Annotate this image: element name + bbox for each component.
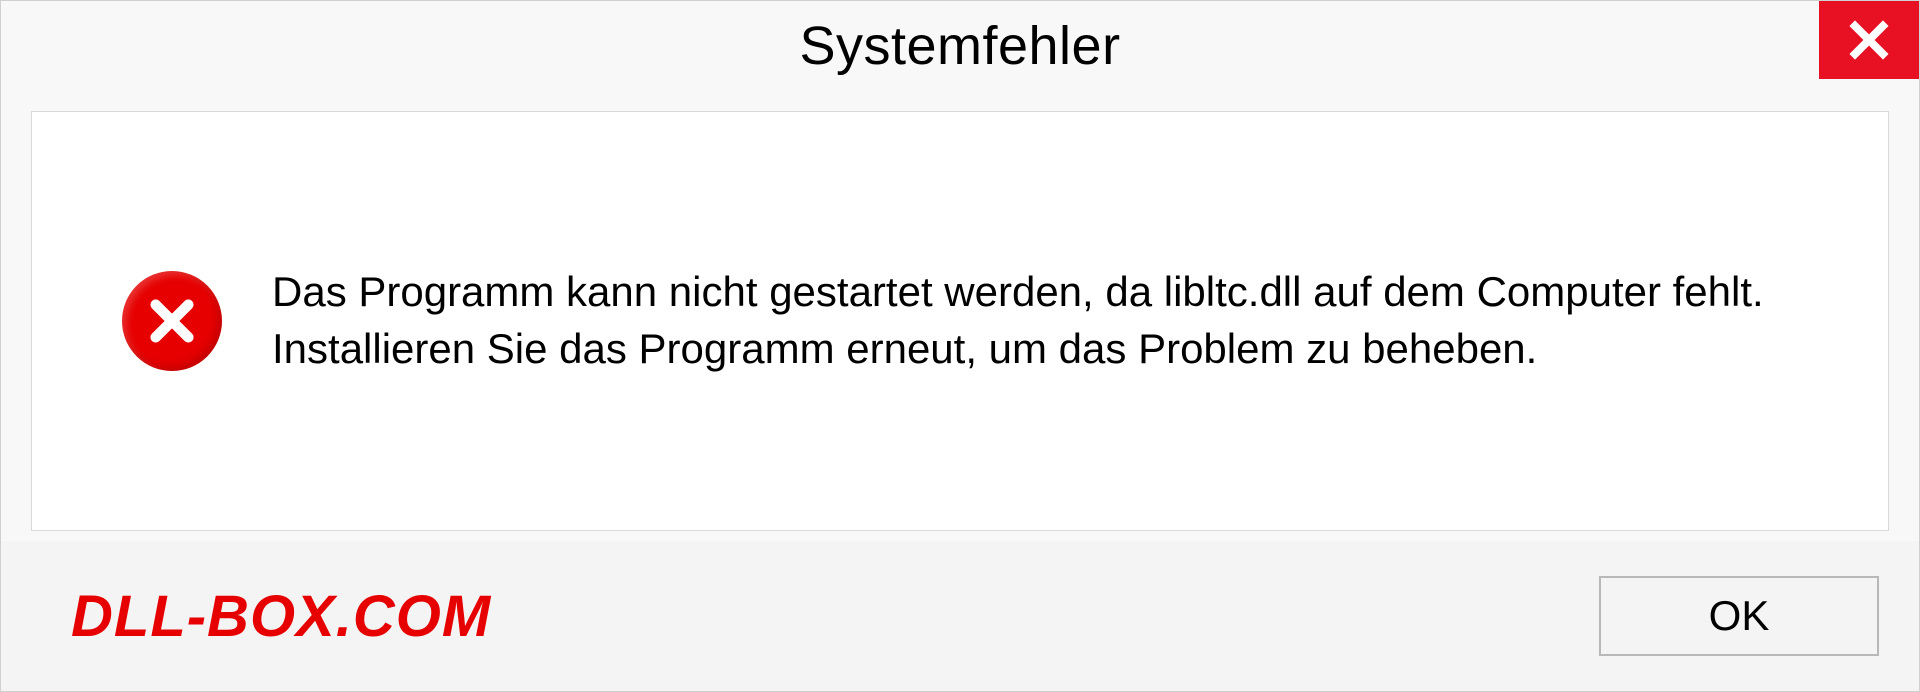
error-icon	[122, 271, 222, 371]
dialog-footer: DLL-BOX.COM OK	[1, 541, 1919, 691]
error-dialog: Systemfehler Das Programm kann nicht ges…	[0, 0, 1920, 692]
error-message: Das Programm kann nicht gestartet werden…	[272, 264, 1828, 377]
error-icon-wrap	[122, 271, 222, 371]
ok-button[interactable]: OK	[1599, 576, 1879, 656]
titlebar: Systemfehler	[1, 1, 1919, 91]
content-area: Das Programm kann nicht gestartet werden…	[31, 111, 1889, 531]
dialog-title: Systemfehler	[799, 15, 1120, 77]
watermark-text: DLL-BOX.COM	[71, 583, 491, 650]
close-icon	[1848, 19, 1890, 61]
close-button[interactable]	[1819, 1, 1919, 79]
